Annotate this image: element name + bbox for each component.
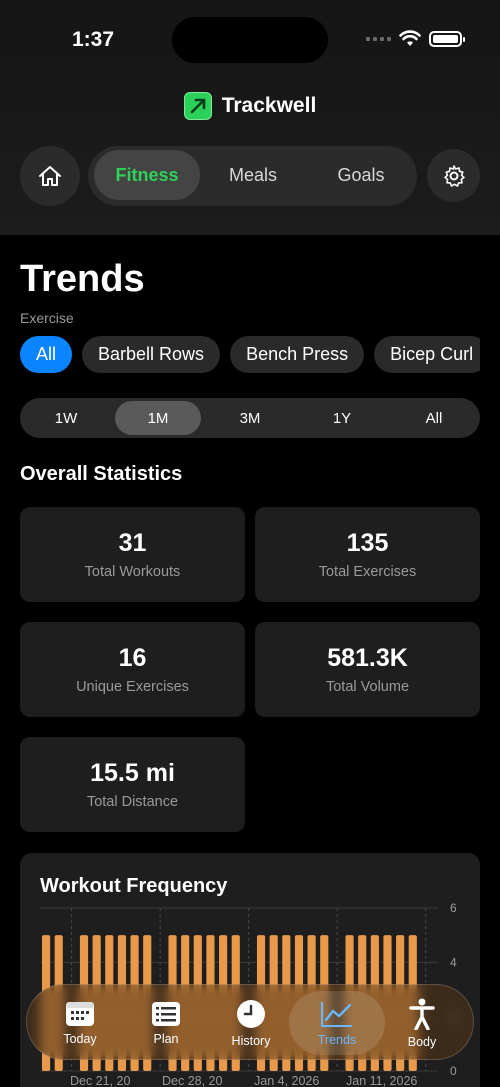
exercise-filter-chips: All Barbell Rows Bench Press Bicep Curl xyxy=(20,336,480,374)
dynamic-island xyxy=(172,17,328,63)
tab-label: Body xyxy=(407,1034,437,1049)
range-3m[interactable]: 3M xyxy=(207,401,293,435)
y-tick-label: 6 xyxy=(450,901,457,915)
status-indicators xyxy=(366,30,465,47)
stat-label: Total Workouts xyxy=(84,564,181,580)
tab-label: Trends xyxy=(317,1032,357,1047)
tab-trends[interactable]: Trends xyxy=(289,991,385,1055)
chip-barbell-rows[interactable]: Barbell Rows xyxy=(82,336,221,373)
stat-value: 135 xyxy=(346,529,389,557)
time-range-selector: 1W 1M 3M 1Y All xyxy=(20,398,480,438)
stat-value: 16 xyxy=(118,644,147,672)
stat-label: Total Volume xyxy=(325,679,410,695)
page-title: Trends xyxy=(20,258,145,300)
calendar-icon xyxy=(66,1001,94,1026)
status-time: 1:37 xyxy=(72,28,115,51)
stat-value: 15.5 mi xyxy=(90,759,175,787)
stat-card-total-volume: 581.3K Total Volume xyxy=(255,622,480,717)
stat-value: 31 xyxy=(118,529,147,557)
stat-value: 581.3K xyxy=(327,644,408,672)
battery-icon xyxy=(429,30,465,47)
tab-body[interactable]: Body xyxy=(379,985,465,1059)
chip-all[interactable]: All xyxy=(20,336,73,373)
stat-label: Total Exercises xyxy=(318,564,417,580)
x-tick-label: Jan 4, 2026 xyxy=(254,1074,319,1087)
overall-statistics-heading: Overall Statistics xyxy=(20,463,183,485)
segment-meals[interactable]: Meals xyxy=(200,150,306,200)
home-button[interactable] xyxy=(20,146,80,206)
x-tick-label: Dec 21, 20 xyxy=(70,1074,131,1087)
app-logo-icon xyxy=(183,92,212,120)
y-tick-label: 4 xyxy=(450,955,457,969)
y-tick-label: 0 xyxy=(450,1064,457,1078)
cellular-signal-icon xyxy=(366,36,391,41)
segment-fitness[interactable]: Fitness xyxy=(94,150,200,200)
tab-plan[interactable]: Plan xyxy=(123,985,209,1059)
tab-label: Plan xyxy=(153,1031,179,1046)
range-1m[interactable]: 1M xyxy=(115,401,201,435)
clock-icon xyxy=(237,999,265,1028)
figure-icon xyxy=(409,998,435,1030)
range-all[interactable]: All xyxy=(391,401,477,435)
app-brand: Trackwell xyxy=(0,92,500,120)
settings-button[interactable] xyxy=(427,149,480,202)
gear-icon xyxy=(443,164,465,187)
x-tick-label: Jan 11, 2026 xyxy=(346,1074,417,1087)
chip-bicep-curl[interactable]: Bicep Curl xyxy=(374,336,480,373)
segment-goals[interactable]: Goals xyxy=(308,150,414,200)
chip-bench-press[interactable]: Bench Press xyxy=(230,336,365,373)
home-icon xyxy=(39,166,61,186)
tab-history[interactable]: History xyxy=(208,985,294,1059)
wifi-icon xyxy=(399,30,421,46)
list-icon xyxy=(152,1001,180,1026)
tab-label: Today xyxy=(63,1031,97,1046)
x-tick-label: Dec 28, 20 xyxy=(162,1074,223,1087)
stat-card-total-workouts: 31 Total Workouts xyxy=(20,507,245,602)
tab-label: History xyxy=(231,1033,271,1048)
range-1w[interactable]: 1W xyxy=(23,401,109,435)
exercise-filter-label: Exercise xyxy=(20,310,74,326)
app-name: Trackwell xyxy=(221,94,317,117)
section-switcher: Fitness Meals Goals xyxy=(88,146,417,206)
stat-label: Unique Exercises xyxy=(76,679,189,695)
stat-card-total-distance: 15.5 mi Total Distance xyxy=(20,737,245,832)
tab-today[interactable]: Today xyxy=(37,985,123,1059)
range-1y[interactable]: 1Y xyxy=(299,401,385,435)
stat-card-total-exercises: 135 Total Exercises xyxy=(255,507,480,602)
stat-card-unique-exercises: 16 Unique Exercises xyxy=(20,622,245,717)
tab-bar: Today Plan History Trends Body xyxy=(26,984,474,1060)
chart-line-icon xyxy=(321,1001,352,1027)
stat-label: Total Distance xyxy=(86,794,179,810)
